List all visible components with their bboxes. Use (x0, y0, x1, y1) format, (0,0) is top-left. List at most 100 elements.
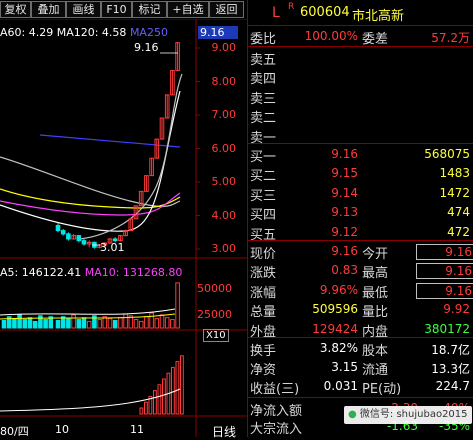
weibi-row: 委比 100.00% 委差 57.2万 (248, 28, 473, 47)
mark-button[interactable]: 标记 (132, 1, 167, 18)
volume-bar (138, 320, 144, 329)
low-price-label: 3.01 (100, 241, 125, 254)
indicator-bar (171, 366, 175, 415)
sell-row: 卖四 (248, 68, 473, 87)
vol-tick-50000: 50000 (197, 282, 232, 295)
stock-header: L R 600604 市北高新 (248, 2, 473, 24)
order-volume: 568075 (424, 147, 470, 161)
stat-label: 今开 (362, 247, 389, 262)
stat-row: 外盘 129424 内盘 380172 (248, 321, 473, 340)
order-level-label: 卖二 (250, 111, 277, 127)
flow-label: 大宗流入 (250, 422, 303, 437)
volume-bar (154, 318, 160, 329)
vol-ma5-label: A5: 146122.41 (0, 266, 82, 279)
order-volume: 1483 (439, 166, 470, 181)
candle-body (81, 240, 87, 245)
candle-body (66, 233, 71, 240)
fundamental-row: 换手 3.82% 股本 18.7亿 (248, 340, 473, 359)
sell-row: 卖二 (248, 107, 473, 127)
r-marker: R (288, 2, 295, 12)
volume-bar (133, 319, 139, 329)
overlay-button[interactable]: 叠加 (31, 1, 66, 18)
wechat-icon: ● (348, 409, 357, 420)
add-watchlist-button[interactable]: +自选 (167, 1, 209, 18)
divider (248, 46, 473, 47)
sell-row: 卖一 (248, 127, 473, 146)
volume-bar (32, 320, 38, 329)
fundamental-row: 收益(三) 0.031 PE(动) 224.7 (248, 378, 473, 397)
volume-bar (144, 316, 149, 329)
volume-bar (76, 319, 82, 329)
stat-value: 9.96% (319, 282, 358, 297)
price-tick: 7.00 (211, 108, 237, 121)
candle-body (60, 230, 66, 235)
candle-body (76, 235, 82, 242)
draw-line-button[interactable]: 画线 (66, 1, 101, 18)
order-price: 9.14 (331, 185, 358, 200)
fundamental-row: 净资 3.15 流通 13.3亿 (248, 359, 473, 378)
stat-value: 9.92 (443, 302, 470, 317)
volume-bar (71, 314, 76, 329)
volume-bar (170, 319, 175, 329)
volume-bar (66, 318, 71, 329)
volume-bar (107, 318, 113, 329)
vol-ma-line (0, 308, 176, 316)
order-price: 9.16 (331, 147, 358, 161)
fuquan-button[interactable]: 复权 (0, 1, 31, 18)
wechat-watermark: ● 微信号: shujubao2015 (344, 406, 472, 424)
quote-panel: L R 600604 市北高新 委比 100.00% 委差 57.2万 卖五 卖四… (248, 0, 473, 437)
buy-row: 买四 9.13 474 (248, 204, 473, 223)
stat-row: 涨跌 0.83 最高 9.16 (248, 262, 473, 282)
stat-label: 最高 (362, 266, 389, 282)
stat-value: 9.16 (331, 244, 358, 258)
stat-label: 现价 (250, 247, 277, 262)
volume-legend: A5: 146122.41 MA10: 131268.80 (0, 266, 182, 279)
high-price-label: 9.16 (134, 41, 159, 54)
buy-row: 买二 9.15 1483 (248, 165, 473, 184)
indicator-bar (162, 378, 166, 415)
indicator-bar (180, 355, 184, 415)
f10-button[interactable]: F10 (101, 1, 132, 18)
order-volume: 472 (447, 224, 470, 239)
volume-bar (112, 319, 118, 329)
date-label-nov: 11 (130, 423, 144, 436)
stat-value: 9.16 (416, 263, 473, 280)
stat-value: 13.3亿 (431, 362, 470, 376)
price-tick: 4.00 (211, 208, 237, 222)
stat-value: 3.15 (331, 360, 358, 374)
date-label-oct: 10 (55, 423, 69, 436)
buy-row: 买一 9.16 568075 (248, 146, 473, 165)
stat-value: 3.82% (319, 341, 358, 355)
indicator-bar (157, 384, 162, 415)
stat-value: 224.7 (435, 379, 470, 393)
order-level-label: 买三 (250, 188, 277, 204)
stat-value: 0.031 (323, 379, 358, 393)
weibi-label: 委比 (250, 32, 277, 47)
price-tick: 9.00 (211, 41, 237, 54)
volume-bar (86, 320, 92, 329)
sell-row: 卖五 (248, 49, 473, 68)
candle-body (55, 225, 61, 232)
price-tick: 6.00 (211, 141, 237, 155)
panel-separator (247, 0, 248, 437)
stat-value: 9.16 (416, 282, 473, 299)
stat-label: 总量 (250, 305, 277, 321)
stat-label: 股本 (362, 344, 389, 359)
stat-label: 涨幅 (250, 285, 277, 301)
order-level-label: 买一 (250, 150, 277, 165)
volume-bar (175, 282, 180, 329)
stock-code: 600604 (300, 5, 350, 20)
volume-bar (17, 314, 22, 329)
buy-row: 买三 9.14 1472 (248, 185, 473, 204)
volume-bar (149, 312, 154, 329)
stat-row: 涨幅 9.96% 最低 9.16 (248, 282, 473, 301)
period-daily-tab[interactable]: 日线 (212, 423, 236, 440)
back-button[interactable]: 返回 (209, 1, 244, 18)
divider (248, 143, 473, 144)
watermark-text: 微信号: shujubao2015 (359, 409, 468, 420)
stat-value: 509596 (312, 302, 358, 317)
indicator-bar (175, 361, 180, 415)
weibi-value: 100.00% (304, 29, 358, 43)
volume-bar (118, 317, 123, 329)
order-price: 9.15 (331, 166, 358, 181)
